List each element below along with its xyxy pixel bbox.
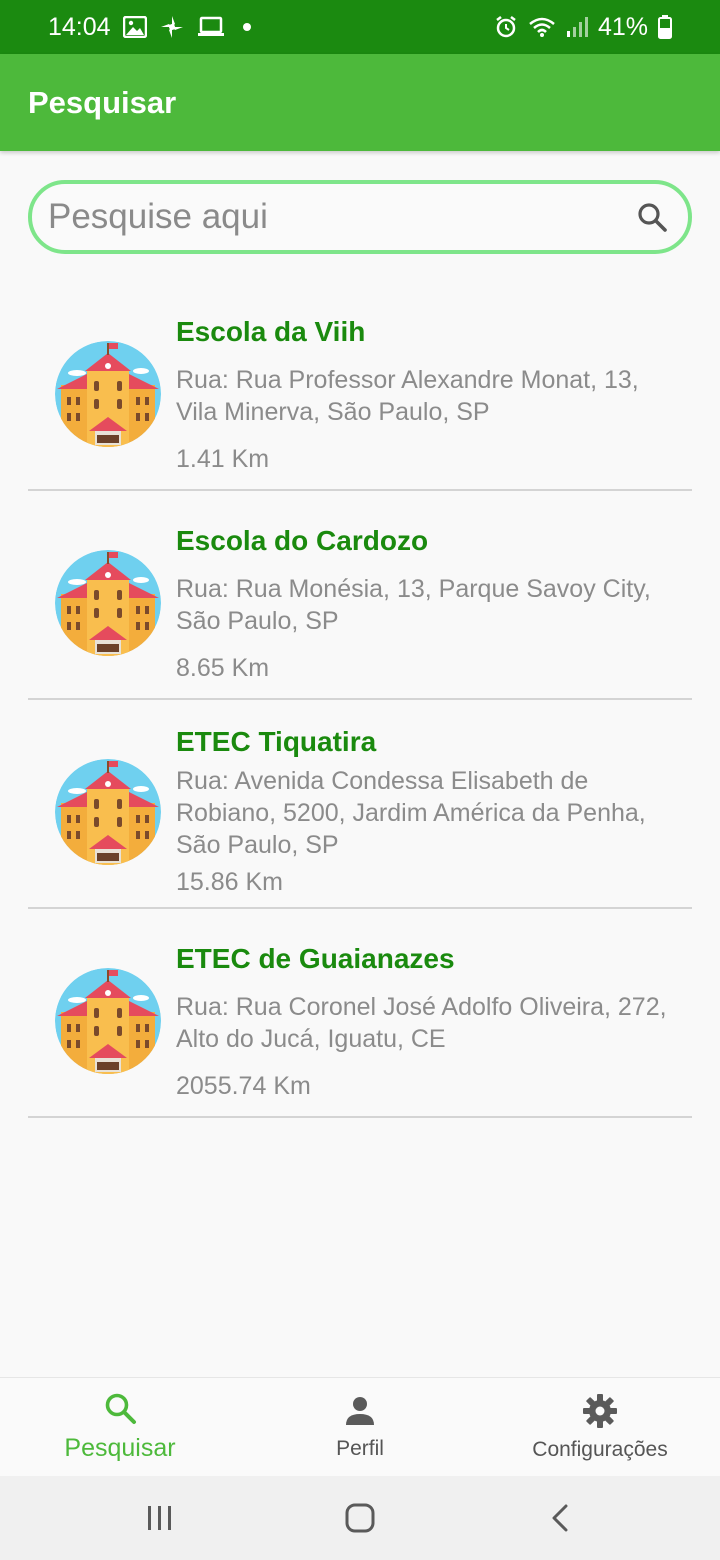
nav-tab-perfil[interactable]: Perfil bbox=[240, 1378, 480, 1476]
school-name: ETEC de Guaianazes bbox=[176, 943, 455, 974]
page-title: Pesquisar bbox=[28, 84, 177, 120]
school-name: Escola da Viih bbox=[176, 316, 366, 347]
list-item[interactable]: ETEC Tiquatira Rua: Avenida Condessa Eli… bbox=[28, 700, 692, 909]
laptop-icon bbox=[197, 16, 225, 38]
school-distance: 15.86 Km bbox=[176, 868, 284, 896]
school-icon bbox=[55, 759, 161, 865]
gallery-icon bbox=[122, 16, 147, 38]
nav-label: Pesquisar bbox=[64, 1434, 176, 1462]
school-address: Rua: Rua Coronel José Adolfo Oliveira, 2… bbox=[176, 993, 667, 1053]
gear-icon bbox=[582, 1393, 618, 1434]
signal-icon bbox=[566, 16, 588, 38]
school-icon bbox=[55, 968, 161, 1074]
system-nav-bar bbox=[0, 1476, 720, 1560]
back-icon[interactable] bbox=[530, 1488, 590, 1548]
nav-tab-configuracoes[interactable]: Configurações bbox=[480, 1378, 720, 1476]
school-icon bbox=[55, 341, 161, 447]
app-bar: Pesquisar bbox=[0, 54, 720, 151]
search-input[interactable] bbox=[48, 197, 634, 237]
wifi-icon bbox=[528, 16, 556, 38]
recent-apps-icon[interactable] bbox=[130, 1488, 190, 1548]
status-bar: 14:04 41% bbox=[0, 0, 720, 54]
school-name: ETEC Tiquatira bbox=[176, 726, 377, 757]
school-address: Rua: Rua Monésia, 13, Parque Savoy City,… bbox=[176, 575, 651, 635]
school-address: Rua: Rua Professor Alexandre Monat, 13, … bbox=[176, 366, 639, 426]
notification-dot-icon bbox=[242, 23, 251, 31]
school-list: Escola da Viih Rua: Rua Professor Alexan… bbox=[28, 282, 692, 1118]
search-icon[interactable] bbox=[634, 199, 670, 235]
school-address: Rua: Avenida Condessa Elisabeth de Robia… bbox=[176, 767, 646, 859]
school-icon bbox=[55, 550, 161, 656]
search-icon bbox=[103, 1391, 137, 1430]
status-time: 14:04 bbox=[48, 12, 111, 41]
school-distance: 1.41 Km bbox=[176, 445, 270, 473]
list-item[interactable]: Escola da Viih Rua: Rua Professor Alexan… bbox=[28, 282, 692, 491]
bottom-nav: Pesquisar Perfil Configurações bbox=[0, 1377, 720, 1476]
school-distance: 8.65 Km bbox=[176, 654, 270, 682]
pinwheel-icon bbox=[159, 14, 185, 40]
battery-percent: 41% bbox=[597, 12, 648, 41]
nav-tab-pesquisar[interactable]: Pesquisar bbox=[0, 1378, 240, 1476]
school-distance: 2055.74 Km bbox=[176, 1072, 311, 1100]
alarm-icon bbox=[494, 15, 518, 39]
search-box[interactable] bbox=[28, 180, 692, 254]
school-name: Escola do Cardozo bbox=[176, 525, 429, 556]
nav-label: Perfil bbox=[336, 1436, 384, 1460]
person-icon bbox=[343, 1394, 377, 1433]
nav-label: Configurações bbox=[532, 1437, 668, 1461]
home-icon[interactable] bbox=[330, 1488, 390, 1548]
list-item[interactable]: ETEC de Guaianazes Rua: Rua Coronel José… bbox=[28, 909, 692, 1118]
battery-icon bbox=[658, 15, 672, 39]
list-item[interactable]: Escola do Cardozo Rua: Rua Monésia, 13, … bbox=[28, 491, 692, 700]
